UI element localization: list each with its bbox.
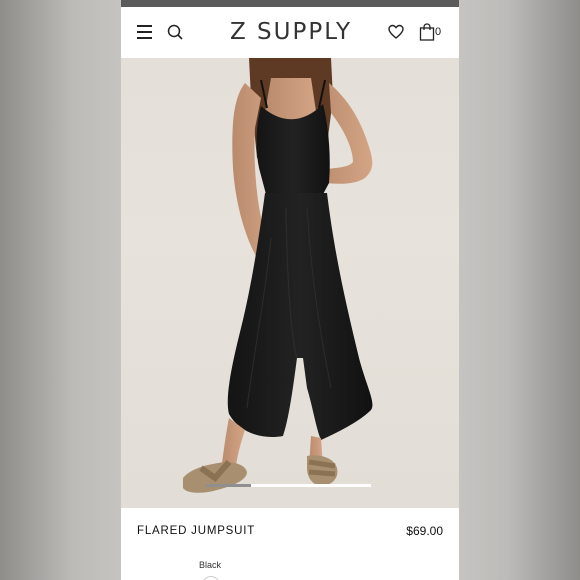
status-bar [121,0,459,7]
color-label: Black [199,560,222,570]
background-left-blur [0,0,121,580]
site-header: Z SUPPLY 0 [121,7,459,59]
product-price: $69.00 [406,524,443,538]
product-image[interactable] [121,58,459,508]
bag-icon[interactable] [419,23,435,41]
menu-icon[interactable] [137,25,152,39]
background-right-blur [459,0,580,580]
product-title: FLARED JUMPSUIT [137,525,256,537]
cart-count: 0 [435,26,442,38]
brand-logo[interactable]: Z SUPPLY [221,19,361,45]
phone-screen: Z SUPPLY 0 FLARED JUMPSUIT $69.00 Black [121,0,459,580]
color-swatch-black[interactable] [202,576,220,580]
carousel-progress[interactable] [206,484,371,487]
color-selector: Black [121,556,459,580]
search-icon[interactable] [167,24,183,40]
carousel-progress-indicator [206,484,251,487]
model-photo [183,58,373,493]
heart-icon[interactable] [388,24,404,40]
product-info: FLARED JUMPSUIT $69.00 [121,508,459,556]
